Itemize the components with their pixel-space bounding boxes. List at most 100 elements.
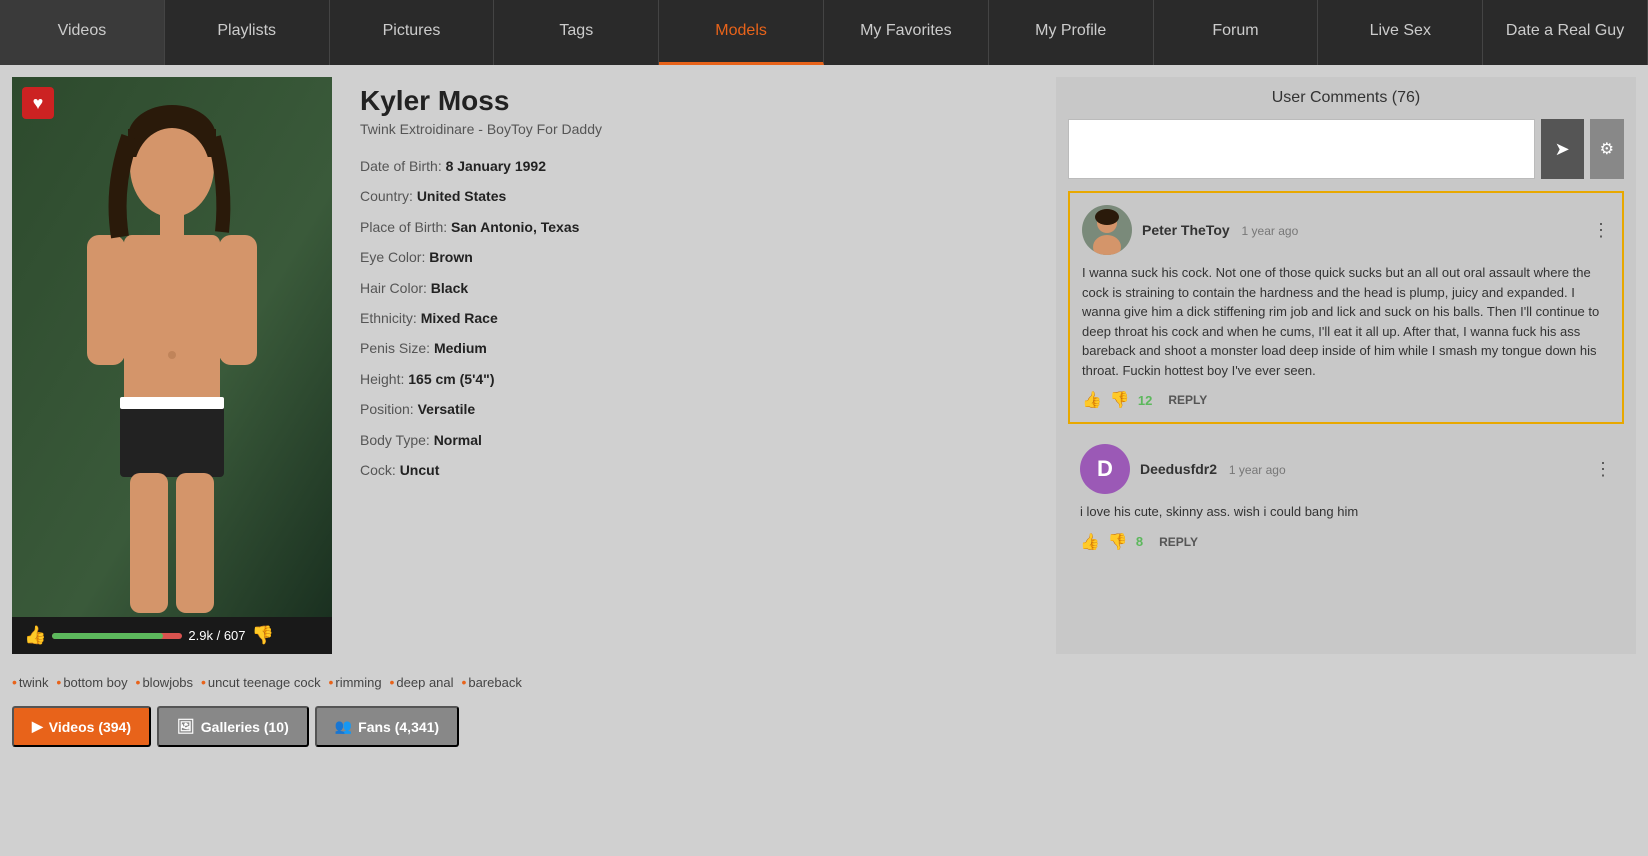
tags-section: •twink •bottom boy •blowjobs •uncut teen…: [0, 666, 1648, 698]
comment-card-1: Peter TheToy 1 year ago ⋮ I wanna suck h…: [1068, 191, 1624, 424]
comment-settings-button[interactable]: ⚙: [1590, 119, 1624, 179]
comment-more-icon-2[interactable]: ⋮: [1594, 459, 1612, 480]
tag-5[interactable]: deep anal: [396, 675, 453, 690]
dob-label: Date of Birth:: [360, 158, 442, 174]
dob-value: 8 January 1992: [446, 158, 546, 174]
comment-reply-2[interactable]: REPLY: [1159, 535, 1198, 549]
comment-input[interactable]: [1068, 119, 1535, 179]
tag-dot-4: •: [328, 674, 333, 690]
tag-4[interactable]: rimming: [335, 675, 381, 690]
info-ethnicity: Ethnicity: Mixed Race: [360, 307, 1040, 329]
nav-models[interactable]: Models: [659, 0, 824, 65]
nav-playlists[interactable]: Playlists: [165, 0, 330, 65]
galleries-icon: 🖼: [177, 718, 195, 735]
penis-label: Penis Size:: [360, 340, 430, 356]
info-country: Country: United States: [360, 185, 1040, 207]
info-pob: Place of Birth: San Antonio, Texas: [360, 216, 1040, 238]
info-penis: Penis Size: Medium: [360, 337, 1040, 359]
comment-body-1: I wanna suck his cock. Not one of those …: [1082, 263, 1610, 380]
model-photo: [12, 77, 332, 617]
hair-value: Black: [431, 280, 468, 296]
comments-list: Peter TheToy 1 year ago ⋮ I wanna suck h…: [1068, 191, 1624, 572]
height-label: Height:: [360, 371, 404, 387]
tab-galleries[interactable]: 🖼 Galleries (10): [157, 706, 309, 747]
info-eye: Eye Color: Brown: [360, 246, 1040, 268]
tab-fans[interactable]: 👥 Fans (4,341): [315, 706, 459, 747]
tag-dot-3: •: [201, 674, 206, 690]
info-height: Height: 165 cm (5'4"): [360, 368, 1040, 390]
nav-live-sex[interactable]: Live Sex: [1318, 0, 1483, 65]
ethnicity-value: Mixed Race: [421, 310, 498, 326]
comment-time-1: 1 year ago: [1242, 224, 1299, 238]
cock-value: Uncut: [400, 462, 440, 478]
nav-favorites[interactable]: My Favorites: [824, 0, 989, 65]
info-dob: Date of Birth: 8 January 1992: [360, 155, 1040, 177]
avatar-initial-2: D: [1080, 444, 1130, 494]
comment-like-count-1: 12: [1138, 393, 1152, 408]
nav-profile[interactable]: My Profile: [989, 0, 1154, 65]
nav-forum[interactable]: Forum: [1154, 0, 1319, 65]
comment-body-2: i love his cute, skinny ass. wish i coul…: [1080, 502, 1612, 522]
pob-value: San Antonio, Texas: [451, 219, 579, 235]
comment-actions-2: 👍 👎 8 REPLY: [1080, 532, 1612, 552]
nav-pictures[interactable]: Pictures: [330, 0, 495, 65]
comment-avatar-1: [1082, 205, 1132, 255]
rating-text: 2.9k / 607: [188, 628, 245, 643]
thumbs-up-icon[interactable]: 👍: [24, 625, 46, 646]
tag-1[interactable]: bottom boy: [63, 675, 127, 690]
eye-value: Brown: [429, 249, 473, 265]
tag-0[interactable]: twink: [19, 675, 49, 690]
position-label: Position:: [360, 401, 414, 417]
info-hair: Hair Color: Black: [360, 277, 1040, 299]
nav-tags[interactable]: Tags: [494, 0, 659, 65]
nav-videos[interactable]: Videos: [0, 0, 165, 65]
profile-left: ♥: [12, 77, 1056, 654]
rating-bar: [52, 633, 182, 639]
tab-videos[interactable]: ▶ Videos (394): [12, 706, 151, 747]
cock-label: Cock:: [360, 462, 396, 478]
comment-dislike-1[interactable]: 👎: [1110, 390, 1130, 410]
rating-bar-fill: [52, 633, 163, 639]
info-position: Position: Versatile: [360, 398, 1040, 420]
model-name: Kyler Moss: [360, 85, 1040, 117]
profile-info: Kyler Moss Twink Extroidinare - BoyToy F…: [344, 77, 1056, 654]
comments-title: User Comments (76): [1068, 89, 1624, 107]
videos-icon: ▶: [32, 718, 43, 735]
comment-avatar-2: D: [1080, 444, 1130, 494]
main-nav: Videos Playlists Pictures Tags Models My…: [0, 0, 1648, 65]
tag-dot-6: •: [461, 674, 466, 690]
comment-header-1: Peter TheToy 1 year ago ⋮: [1082, 205, 1610, 255]
tag-dot-1: •: [56, 674, 61, 690]
position-value: Versatile: [418, 401, 476, 417]
tag-3[interactable]: uncut teenage cock: [208, 675, 321, 690]
comment-meta-2: Deedusfdr2 1 year ago: [1140, 461, 1584, 477]
nav-date[interactable]: Date a Real Guy: [1483, 0, 1648, 65]
comments-section: User Comments (76) ➤ ⚙: [1056, 77, 1636, 654]
comment-like-1[interactable]: 👍: [1082, 390, 1102, 410]
ethnicity-label: Ethnicity:: [360, 310, 417, 326]
thumbs-down-icon[interactable]: 👎: [252, 625, 274, 646]
comment-header-2: D Deedusfdr2 1 year ago ⋮: [1080, 444, 1612, 494]
page-wrapper: Videos Playlists Pictures Tags Models My…: [0, 0, 1648, 856]
favorite-heart-icon[interactable]: ♥: [22, 87, 54, 119]
fans-label: Fans (4,341): [358, 719, 439, 735]
comment-like-count-2: 8: [1136, 534, 1143, 549]
comment-like-2[interactable]: 👍: [1080, 532, 1100, 552]
comment-more-icon-1[interactable]: ⋮: [1592, 220, 1610, 241]
info-body: Body Type: Normal: [360, 429, 1040, 451]
country-label: Country:: [360, 188, 413, 204]
penis-value: Medium: [434, 340, 487, 356]
tag-2[interactable]: blowjobs: [142, 675, 193, 690]
bottom-tabs: ▶ Videos (394) 🖼 Galleries (10) 👥 Fans (…: [0, 698, 1648, 755]
tag-dot-5: •: [390, 674, 395, 690]
image-bottom-bar: 👍 2.9k / 607 👎: [12, 617, 332, 654]
comment-card-2: D Deedusfdr2 1 year ago ⋮ i love his cut…: [1068, 432, 1624, 564]
hair-label: Hair Color:: [360, 280, 427, 296]
comment-dislike-2[interactable]: 👎: [1108, 532, 1128, 552]
pob-label: Place of Birth:: [360, 219, 447, 235]
model-image: ♥: [12, 77, 332, 617]
comment-send-button[interactable]: ➤: [1541, 119, 1584, 179]
comment-reply-1[interactable]: REPLY: [1168, 393, 1207, 407]
tag-6[interactable]: bareback: [468, 675, 521, 690]
body-value: Normal: [434, 432, 482, 448]
